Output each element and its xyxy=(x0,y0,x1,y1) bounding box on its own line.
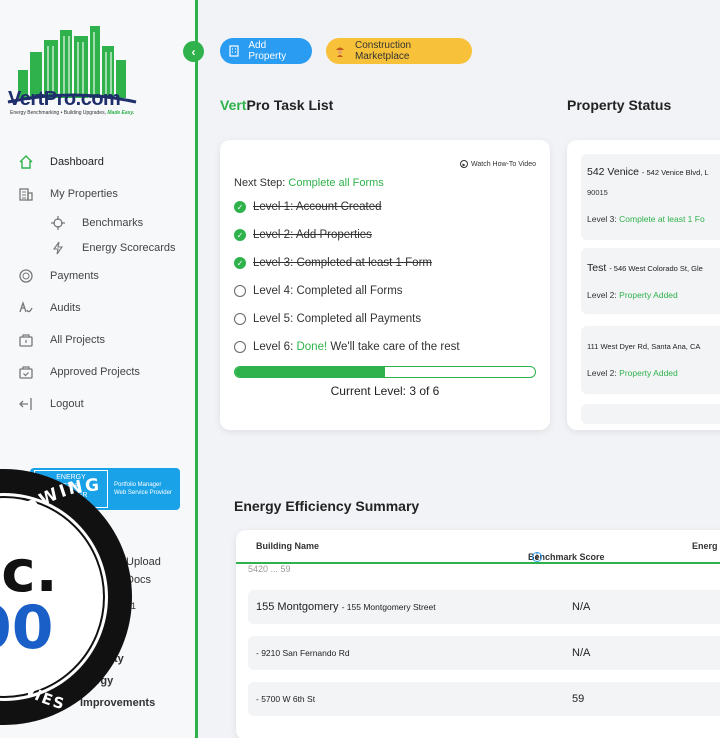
task-item-level-5: Level 5: Completed all Payments xyxy=(234,313,421,325)
add-property-label: Add Property xyxy=(248,40,287,62)
task-item-level-2: ✓ Level 2: Add Properties xyxy=(234,229,372,241)
add-property-button[interactable]: Add Property xyxy=(220,38,312,64)
column-energy[interactable]: Energ xyxy=(692,541,718,551)
svg-text:00: 00 xyxy=(0,593,54,663)
building-name: - 5700 W 6th St xyxy=(256,694,316,704)
construction-marketplace-label: Construction Marketplace xyxy=(354,40,412,62)
check-icon: ✓ xyxy=(234,201,246,213)
table-row[interactable]: - 9210 San Fernando Rd N/A xyxy=(248,636,720,670)
task-list-card: ▶ Watch How-To Video Next Step: Complete… xyxy=(220,140,550,430)
task-item-level-4: Level 4: Completed all Forms xyxy=(234,285,403,297)
next-step: Next Step: Complete all Forms xyxy=(234,177,384,189)
sidebar-item-approved-projects[interactable]: Approved Projects xyxy=(0,360,195,384)
signature-icon xyxy=(16,298,36,318)
sidebar-item-label: Logout xyxy=(50,398,84,410)
task-progress-fill xyxy=(235,367,385,377)
efficiency-table: Building Name Benchmark Score i Energ 542… xyxy=(236,530,720,738)
approved-projects-icon xyxy=(16,362,36,382)
efficiency-table-header: Building Name Benchmark Score i Energ xyxy=(236,530,720,564)
property-status-card: 542 Venice - 542 Venice Blvd, L 90015 Le… xyxy=(567,140,720,430)
sidebar-item-label: My Properties xyxy=(50,188,118,200)
chevron-left-icon: ‹ xyxy=(191,44,196,59)
sidebar-item-label: Benchmarks xyxy=(82,217,144,229)
sidebar-nav: Dashboard My Properties Benchmarks Energ… xyxy=(0,150,195,424)
sidebar-item-all-projects[interactable]: All Projects xyxy=(0,328,195,352)
property-name: Test - 546 West Colorado St, Gle xyxy=(587,262,703,274)
building-icon xyxy=(228,44,240,58)
column-building-name[interactable]: Building Name xyxy=(256,541,319,551)
sidebar-item-label: All Projects xyxy=(50,334,106,346)
benchmark-score: N/A xyxy=(572,647,591,659)
check-icon: ✓ xyxy=(234,257,246,269)
home-icon xyxy=(16,152,36,172)
property-zip: 90015 xyxy=(587,188,608,197)
property-item[interactable]: 542 Venice - 542 Venice Blvd, L 90015 Le… xyxy=(581,154,720,240)
sidebar-item-label: Payments xyxy=(50,270,99,282)
table-row[interactable]: 155 Montgomery - 155 Montgomery Street N… xyxy=(248,590,720,624)
sidebar-item-payments[interactable]: Payments xyxy=(0,264,195,288)
benchmark-score: N/A xyxy=(572,601,591,613)
info-icon[interactable]: i xyxy=(532,552,542,562)
collapse-sidebar-button[interactable]: ‹ xyxy=(183,41,204,62)
property-name: 111 West Dyer Rd, Santa Ana, CA xyxy=(587,342,701,351)
construction-marketplace-button[interactable]: Construction Marketplace xyxy=(326,38,472,64)
building-icon xyxy=(16,184,36,204)
check-icon: ✓ xyxy=(234,229,246,241)
efficiency-title: Energy Efficiency Summary xyxy=(234,498,420,514)
property-level: Level 2: Property Added xyxy=(587,368,678,378)
sidebar-item-audits[interactable]: Audits xyxy=(0,296,195,320)
coin-icon xyxy=(16,266,36,286)
radio-icon xyxy=(234,341,246,353)
worker-icon xyxy=(334,44,347,58)
sidebar-item-label: Approved Projects xyxy=(50,366,140,378)
logout-icon xyxy=(16,394,36,414)
sidebar-item-label: Audits xyxy=(50,302,81,314)
task-progress-bar xyxy=(234,366,536,378)
sidebar-item-logout[interactable]: Logout xyxy=(0,392,195,416)
task-list-title: VertPro Task List xyxy=(220,97,334,113)
property-level: Level 3: Complete at least 1 Fo xyxy=(587,214,705,224)
sidebar-item-energy-scorecards[interactable]: Energy Scorecards xyxy=(0,239,195,257)
lightning-icon xyxy=(48,238,68,258)
watch-video-link[interactable]: ▶ Watch How-To Video xyxy=(460,160,536,168)
sidebar-item-label: Dashboard xyxy=(50,156,104,168)
current-level: Current Level: 3 of 6 xyxy=(330,384,440,398)
play-icon: ▶ xyxy=(460,160,469,168)
property-status-title: Property Status xyxy=(567,97,672,113)
sidebar-item-benchmarks[interactable]: Benchmarks xyxy=(0,214,195,232)
sidebar-item-label: Energy Scorecards xyxy=(82,242,176,254)
task-item-level-3: ✓ Level 3: Completed at least 1 Form xyxy=(234,257,432,269)
table-row[interactable]: - 5700 W 6th St 59 xyxy=(248,682,720,716)
building-name: 155 Montgomery - 155 Montgomery Street xyxy=(256,601,436,613)
projects-icon xyxy=(16,330,36,350)
table-row-partial: 5420 ... 59 xyxy=(248,564,291,572)
inc-5000-badge: TEST-GROWING COMPANIES nc. 00 xyxy=(0,469,132,725)
brand-tagline: Energy Benchmarking • Building Upgrades,… xyxy=(10,110,135,116)
sidebar-item-my-properties[interactable]: My Properties xyxy=(0,182,195,206)
radio-icon xyxy=(234,285,246,297)
radio-icon xyxy=(234,313,246,325)
building-name: - 9210 San Fernando Rd xyxy=(256,648,350,658)
task-item-level-6: Level 6: Done! We'll take care of the re… xyxy=(234,341,460,353)
task-item-level-1: ✓ Level 1: Account Created xyxy=(234,201,382,213)
property-level: Level 2: Property Added xyxy=(587,290,678,300)
sidebar-item-dashboard[interactable]: Dashboard xyxy=(0,150,195,174)
property-item[interactable]: Test - 546 West Colorado St, Gle Level 2… xyxy=(581,248,720,314)
benchmark-score: 59 xyxy=(572,693,585,705)
crosshair-icon xyxy=(48,213,68,233)
brand-name: VertPro.com xyxy=(8,88,121,110)
property-name: 542 Venice - 542 Venice Blvd, L xyxy=(587,166,709,178)
property-item[interactable] xyxy=(581,404,720,424)
property-item[interactable]: 111 West Dyer Rd, Santa Ana, CA Level 2:… xyxy=(581,326,720,394)
